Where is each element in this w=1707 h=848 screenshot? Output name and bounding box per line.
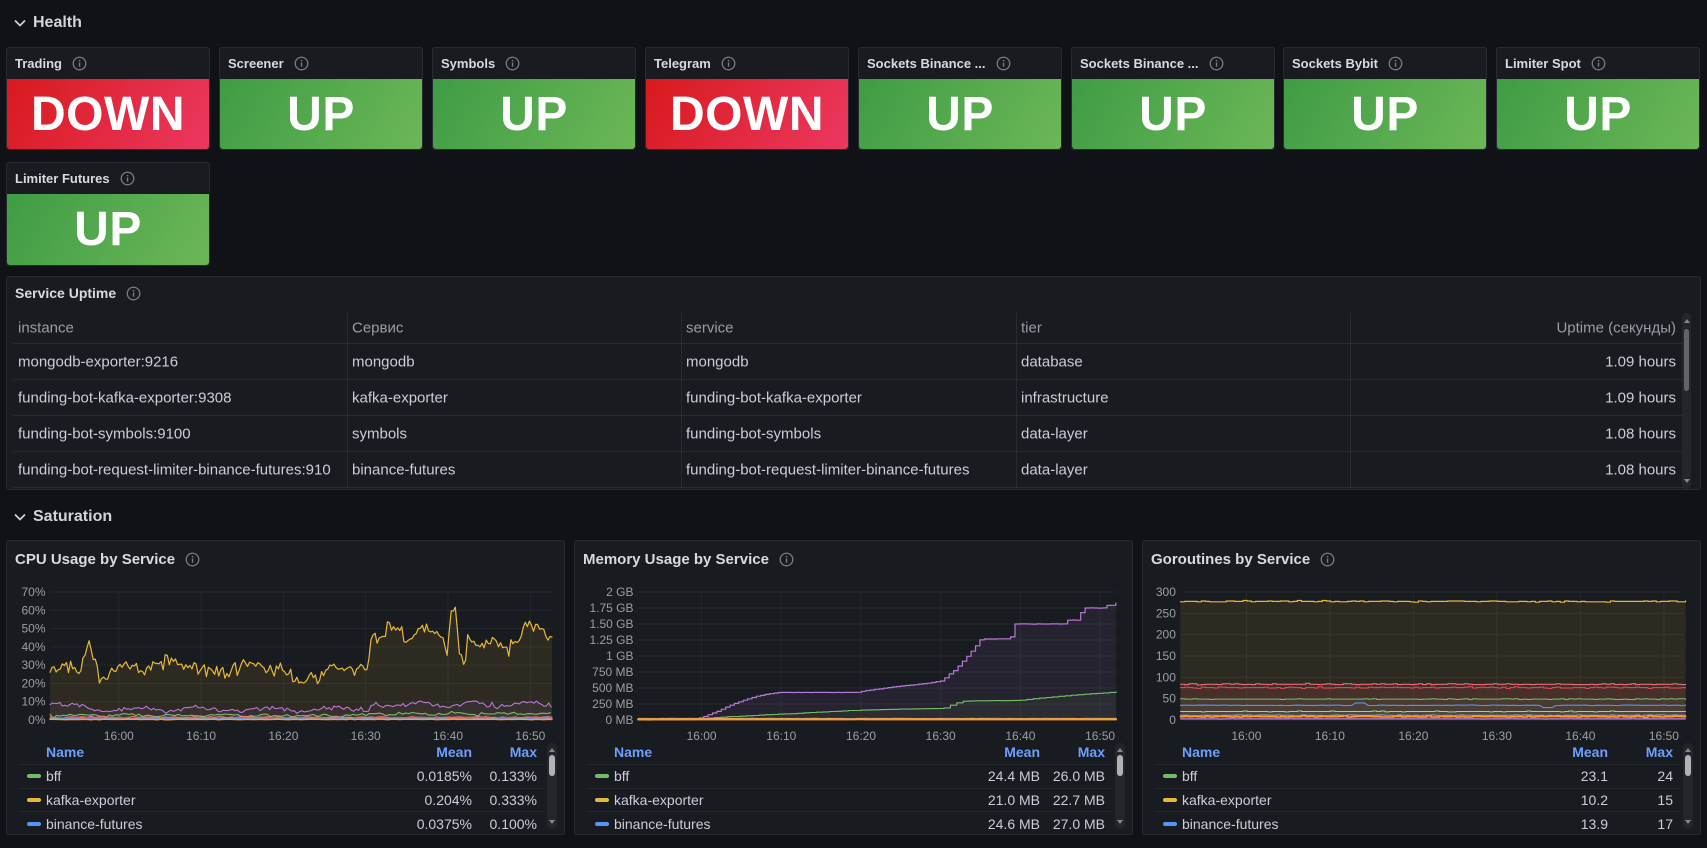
svg-text:300: 300 bbox=[1156, 585, 1176, 599]
svg-text:16:00: 16:00 bbox=[104, 729, 134, 741]
svg-text:16:50: 16:50 bbox=[1085, 729, 1115, 741]
svg-text:60%: 60% bbox=[21, 603, 45, 617]
svg-text:16:10: 16:10 bbox=[186, 729, 216, 741]
svg-text:16:20: 16:20 bbox=[846, 729, 876, 741]
svg-text:20%: 20% bbox=[21, 676, 45, 690]
svg-text:1.25 GB: 1.25 GB bbox=[589, 633, 633, 647]
svg-text:16:40: 16:40 bbox=[433, 729, 463, 741]
svg-text:16:20: 16:20 bbox=[1398, 729, 1428, 741]
svg-text:40%: 40% bbox=[21, 640, 45, 654]
svg-text:16:50: 16:50 bbox=[515, 729, 545, 741]
svg-text:16:10: 16:10 bbox=[1315, 729, 1345, 741]
svg-text:16:40: 16:40 bbox=[1005, 729, 1035, 741]
svg-text:50: 50 bbox=[1163, 692, 1177, 706]
svg-text:16:30: 16:30 bbox=[351, 729, 381, 741]
svg-text:16:40: 16:40 bbox=[1565, 729, 1595, 741]
svg-text:16:30: 16:30 bbox=[926, 729, 956, 741]
svg-text:200: 200 bbox=[1156, 628, 1176, 642]
svg-text:16:30: 16:30 bbox=[1482, 729, 1512, 741]
svg-text:0%: 0% bbox=[28, 713, 46, 727]
svg-text:1.50 GB: 1.50 GB bbox=[589, 617, 633, 631]
svg-text:10%: 10% bbox=[21, 695, 45, 709]
svg-text:16:50: 16:50 bbox=[1649, 729, 1679, 741]
svg-text:150: 150 bbox=[1156, 649, 1176, 663]
svg-text:250: 250 bbox=[1156, 606, 1176, 620]
svg-text:16:00: 16:00 bbox=[1231, 729, 1261, 741]
svg-text:50%: 50% bbox=[21, 622, 45, 636]
svg-text:0 MB: 0 MB bbox=[605, 713, 633, 727]
svg-text:750 MB: 750 MB bbox=[592, 665, 633, 679]
svg-text:16:20: 16:20 bbox=[268, 729, 298, 741]
svg-text:500 MB: 500 MB bbox=[592, 681, 633, 695]
svg-text:70%: 70% bbox=[21, 585, 45, 599]
svg-text:16:00: 16:00 bbox=[687, 729, 717, 741]
svg-text:250 MB: 250 MB bbox=[592, 697, 633, 711]
svg-text:16:10: 16:10 bbox=[766, 729, 796, 741]
svg-text:100: 100 bbox=[1156, 670, 1176, 684]
svg-text:1 GB: 1 GB bbox=[606, 649, 633, 663]
svg-text:0: 0 bbox=[1169, 713, 1176, 727]
svg-text:1.75 GB: 1.75 GB bbox=[589, 601, 633, 615]
svg-text:30%: 30% bbox=[21, 658, 45, 672]
svg-text:2 GB: 2 GB bbox=[606, 585, 633, 599]
